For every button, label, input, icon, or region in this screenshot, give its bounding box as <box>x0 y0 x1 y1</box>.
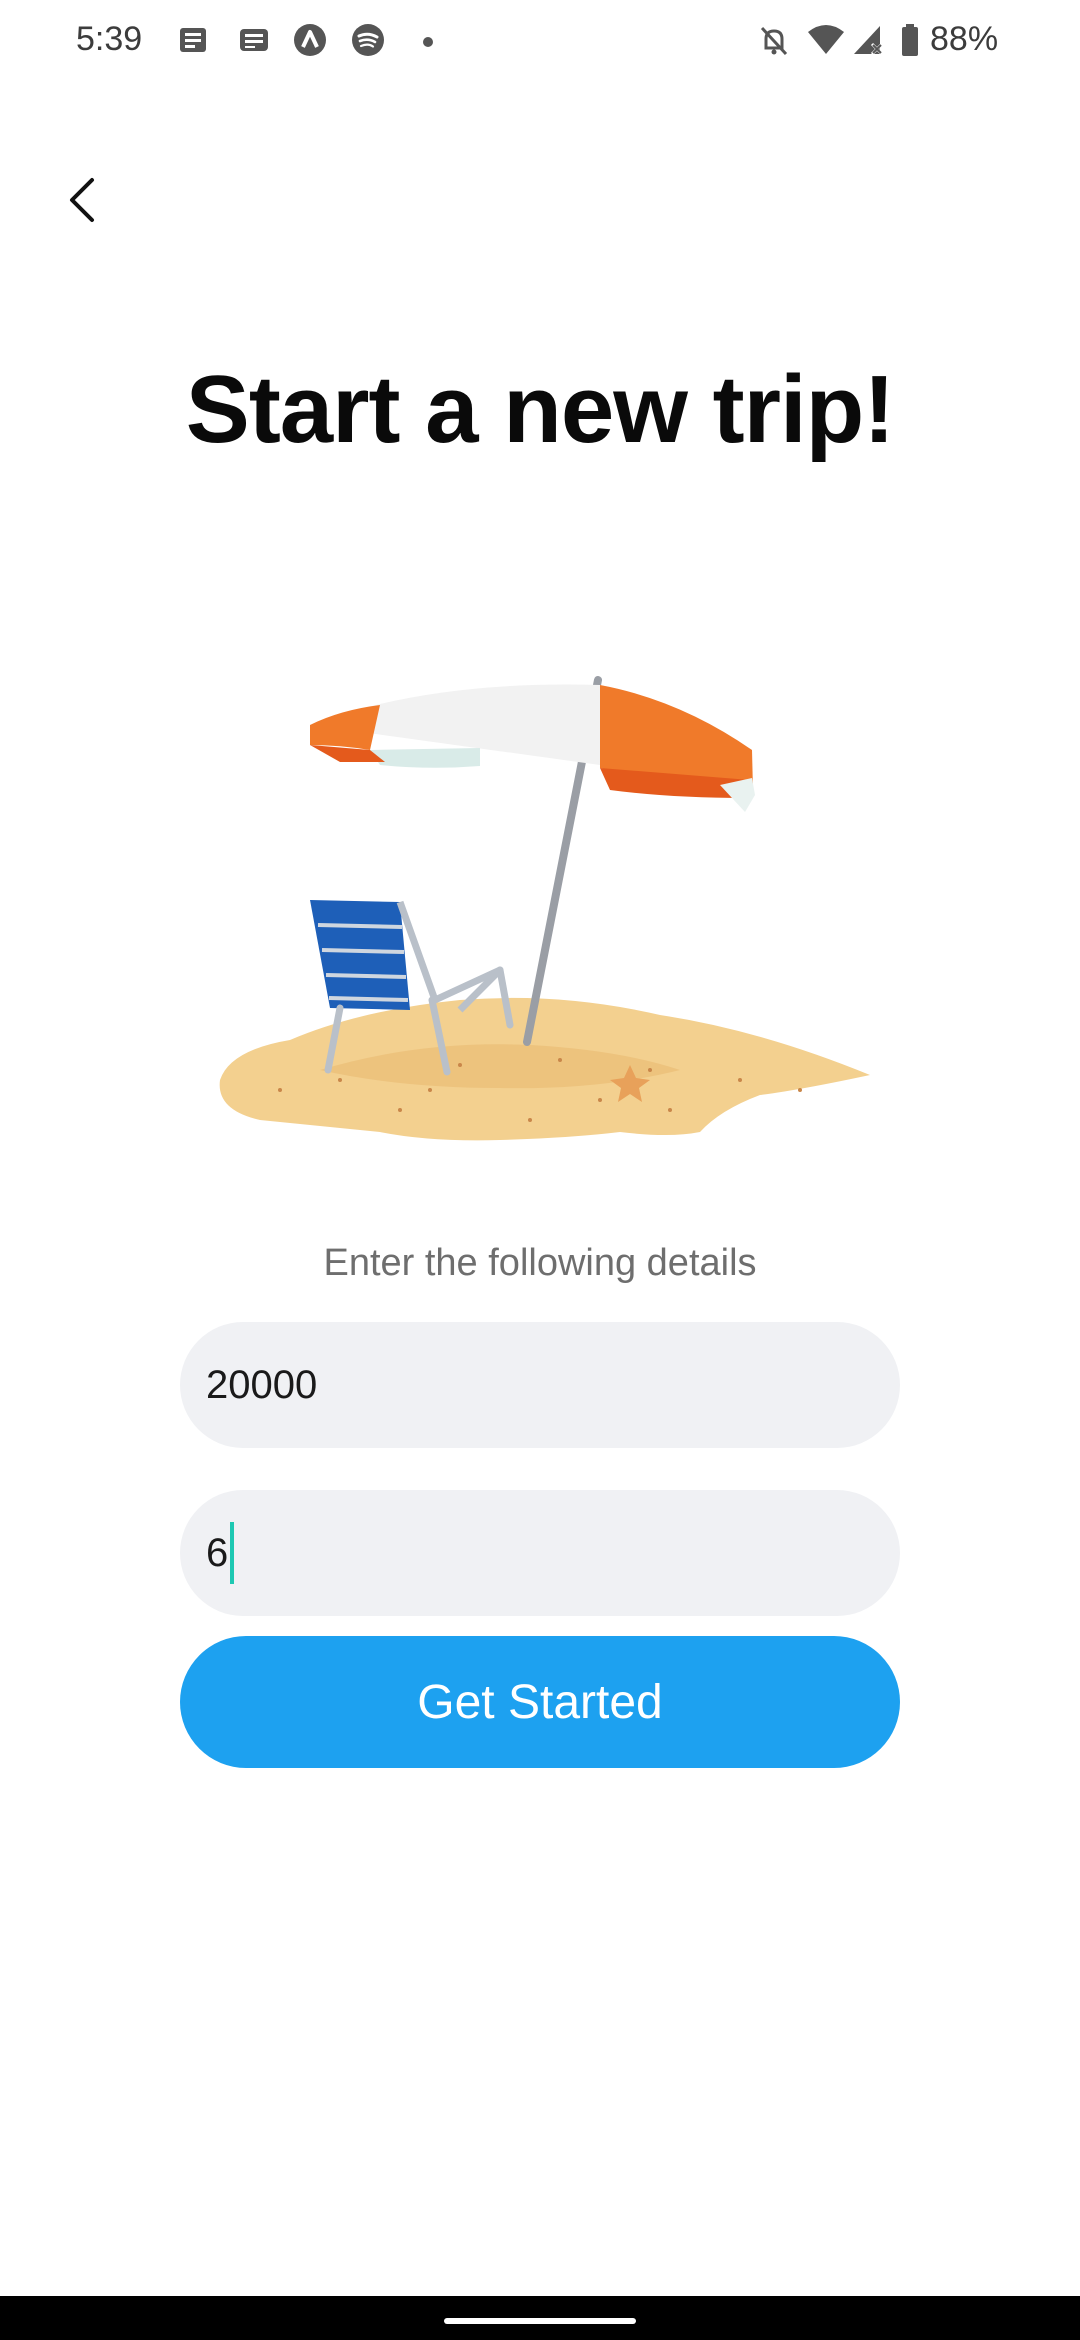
spotify-icon <box>350 22 386 58</box>
page-title: Start a new trip! <box>185 356 895 463</box>
signal-icon <box>850 22 886 58</box>
reader-icon <box>236 22 272 58</box>
beach-illustration <box>200 670 890 1150</box>
dot-icon <box>414 22 450 58</box>
status-time: 5:39 <box>76 20 143 58</box>
get-started-button[interactable]: Get Started <box>180 1636 900 1768</box>
bell-off-icon <box>756 22 792 58</box>
back-button[interactable] <box>52 168 112 236</box>
battery-icon <box>900 22 920 58</box>
days-field[interactable]: 6 <box>180 1490 900 1616</box>
chevron-left-icon <box>62 176 102 229</box>
text-caret <box>230 1522 235 1584</box>
battery-percentage: 88% <box>930 20 999 58</box>
news-icon <box>176 22 212 58</box>
home-handle[interactable] <box>444 2318 636 2324</box>
budget-field-value: 20000 <box>206 1362 318 1407</box>
budget-field[interactable]: 20000 <box>180 1322 900 1448</box>
navigation-bar <box>0 2296 1080 2340</box>
days-field-value: 6 <box>206 1530 229 1575</box>
wifi-icon <box>806 22 846 58</box>
status-bar: 5:39 88% <box>0 0 1080 84</box>
details-label: Enter the following details <box>323 1242 757 1284</box>
arrow-up-circle-icon <box>292 22 328 58</box>
